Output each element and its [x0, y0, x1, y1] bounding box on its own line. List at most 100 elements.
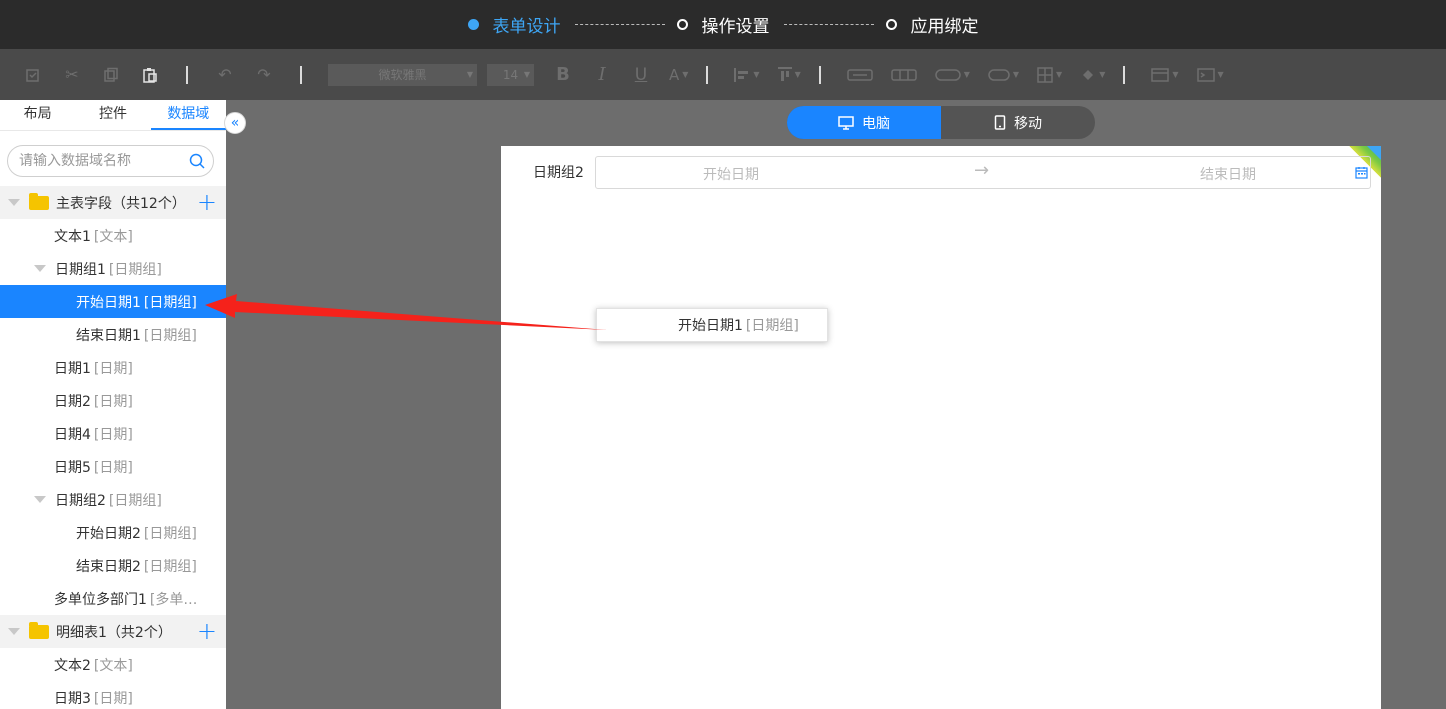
tree-item[interactable]: 日期3 [日期] [0, 681, 226, 709]
field-name: 日期1 [54, 360, 91, 377]
folder-icon [29, 192, 49, 210]
add-icon[interactable]: + [197, 190, 217, 214]
copy-icon[interactable] [100, 64, 122, 86]
step-dot-icon [676, 19, 688, 30]
tree-item[interactable]: 结束日期2 [日期组] [0, 549, 226, 582]
font-family-select[interactable]: 微软雅黑 ▼ [328, 63, 477, 86]
italic-icon[interactable]: I [591, 64, 613, 86]
tree-item[interactable]: 多单位多部门1 [多单… [0, 582, 226, 615]
tree-item[interactable]: 日期5 [日期] [0, 450, 226, 483]
field-name: 日期组1 [55, 261, 106, 278]
step-dot-icon [467, 19, 479, 30]
font-size-select[interactable]: 14 ▼ [487, 63, 534, 86]
align-top-icon[interactable]: ▼ [777, 66, 801, 83]
add-icon[interactable]: + [197, 619, 217, 643]
caret-down-icon[interactable] [34, 496, 46, 503]
caret-down-icon[interactable] [34, 265, 46, 272]
tree-group-main[interactable]: 主表字段（共12个） + [0, 186, 226, 219]
border-color-icon[interactable]: ▼ [988, 67, 1019, 83]
font-color-icon[interactable]: A ▼ [669, 66, 688, 84]
step-label: 操作设置 [701, 17, 770, 37]
tree-item[interactable]: 日期1 [日期] [0, 351, 226, 384]
monitor-icon [838, 115, 854, 130]
tree-item-selected[interactable]: 开始日期1 [日期组] [0, 285, 226, 318]
step-bar: 表单设计 操作设置 应用绑定 [0, 0, 1446, 49]
tab-layout[interactable]: 布局 [0, 100, 75, 130]
field-type: [日期] [93, 459, 133, 476]
cut-icon[interactable]: ✂ [61, 64, 83, 86]
field-type: [日期] [93, 690, 133, 707]
field-type: [日期组] [143, 294, 197, 311]
drag-field-name: 开始日期1 [678, 318, 743, 334]
device-label: 电脑 [862, 115, 890, 132]
tree-item[interactable]: 日期4 [日期] [0, 417, 226, 450]
field-name: 结束日期2 [76, 558, 141, 575]
field-name: 开始日期1 [76, 294, 141, 311]
tree-item[interactable]: 文本2 [文本] [0, 648, 226, 681]
calendar-icon[interactable] [1355, 166, 1368, 179]
search-icon[interactable] [189, 153, 205, 169]
align-left-icon[interactable]: ▼ [734, 67, 760, 82]
tab-controls[interactable]: 控件 [75, 100, 150, 130]
field-type: [日期] [93, 360, 133, 377]
field-type: [日期组] [143, 558, 197, 575]
step-dot-icon [885, 19, 897, 30]
underline-icon[interactable]: U [630, 64, 652, 86]
tab-data-domain[interactable]: 数据域 [150, 100, 226, 130]
field-type: [日期组] [143, 327, 197, 344]
data-domain-panel: 布局 控件 数据域 主表字段（共12个） + 文本1[文本] 日期组1[日期组]… [0, 100, 226, 709]
tree-item[interactable]: 开始日期2 [日期组] [0, 516, 226, 549]
font-size-value: 14 [502, 67, 519, 82]
form-canvas: 日期组2 开始日期 → 结束日期 [501, 146, 1381, 709]
step-app-binding[interactable]: 应用绑定 [885, 12, 979, 37]
field-name: 日期组2 [55, 492, 106, 509]
field-name: 多单位多部门1 [54, 591, 147, 608]
device-pc-button[interactable]: 电脑 [787, 106, 941, 139]
toolbar-separator [186, 65, 188, 84]
format-toolbar: ✂ ↶ ↷ 微软雅黑 ▼ 14 ▼ B I U A▼ ▼ ▼ ▼ ▼ ▼ ▼ [0, 49, 1446, 100]
field-name: 日期3 [54, 690, 91, 707]
tree-item[interactable]: 日期组1 [日期组] [0, 252, 226, 285]
insert-icon[interactable]: ▼ [1151, 67, 1179, 82]
tree-item[interactable]: 文本1 [文本] [0, 219, 226, 252]
toolbar-separator [1123, 65, 1126, 84]
step-form-design[interactable]: 表单设计 [467, 12, 561, 37]
border-icon[interactable]: ▼ [1037, 66, 1062, 83]
caret-down-icon[interactable] [8, 628, 20, 635]
format-painter-icon[interactable] [22, 64, 44, 86]
search-input[interactable] [19, 153, 189, 169]
paste-icon[interactable] [139, 64, 161, 86]
split-icon[interactable] [890, 68, 917, 82]
undo-icon[interactable]: ↶ [214, 64, 236, 86]
field-icon[interactable]: ▼ [1196, 67, 1224, 82]
tree-item[interactable]: 日期组2 [日期组] [0, 483, 226, 516]
collapse-panel-button[interactable]: « [224, 112, 246, 134]
bold-icon[interactable]: B [552, 64, 574, 86]
toolbar-separator [706, 65, 709, 84]
field-type: [文本] [93, 657, 133, 674]
device-mobile-button[interactable]: 移动 [941, 106, 1095, 139]
group-label: 主表字段（共12个） [56, 195, 186, 212]
field-tree: 主表字段（共12个） + 文本1 [文本] 日期组1 [日期组] 开始日期1 [日期组… [0, 186, 226, 709]
tree-item[interactable]: 结束日期1 [日期组] [0, 318, 226, 351]
start-date-placeholder: 开始日期 [703, 167, 759, 183]
field-name: 文本1 [54, 228, 91, 245]
drag-field-type: [日期组] [745, 318, 799, 334]
fill-color-icon[interactable]: ▼ [1080, 67, 1105, 83]
redo-icon[interactable]: ↷ [253, 64, 275, 86]
panel-tabs: 布局 控件 数据域 [0, 100, 226, 131]
field-type: [日期组] [143, 525, 197, 542]
field-name: 文本2 [54, 657, 91, 674]
field-type: [日期] [93, 426, 133, 443]
step-operation-settings[interactable]: 操作设置 [676, 12, 770, 37]
date-range-input[interactable]: 开始日期 → 结束日期 [595, 156, 1371, 189]
border-style-icon[interactable]: ▼ [934, 67, 970, 83]
step-label: 表单设计 [492, 17, 561, 37]
field-name: 日期2 [54, 393, 91, 410]
caret-down-icon[interactable] [8, 199, 20, 206]
tree-group-detail[interactable]: 明细表1（共2个） + [0, 615, 226, 648]
search-box [7, 145, 214, 177]
tree-item[interactable]: 日期2 [日期] [0, 384, 226, 417]
merge-icon[interactable] [846, 68, 873, 82]
toolbar-separator [300, 65, 302, 84]
